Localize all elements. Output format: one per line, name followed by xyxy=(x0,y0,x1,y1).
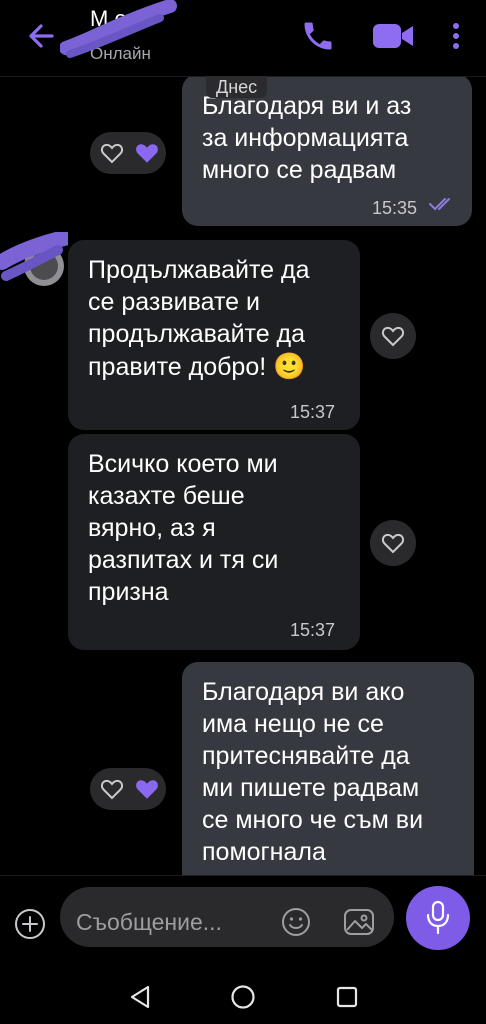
message-input-placeholder: Съобщение... xyxy=(76,909,222,935)
message-bubble-incoming[interactable]: Всичко което ми казахте беше вярно, аз я… xyxy=(68,434,360,650)
like-reaction-button[interactable] xyxy=(370,313,416,359)
redaction-scribble xyxy=(60,0,177,58)
message-text: Благодаря ви и аз за информацията много … xyxy=(202,92,412,184)
message-time: 15:37 xyxy=(290,402,336,422)
like-reaction-pill[interactable] xyxy=(90,132,166,174)
chat-header: М о Онлайн xyxy=(0,0,486,77)
heart-filled-icon xyxy=(136,780,158,799)
double-check-icon xyxy=(429,198,450,211)
date-chip: Днес xyxy=(206,76,268,98)
contact-avatar[interactable] xyxy=(0,232,68,290)
gallery-icon[interactable] xyxy=(342,906,376,938)
recents-square-icon[interactable] xyxy=(335,984,359,1010)
like-reaction-button[interactable] xyxy=(370,520,416,566)
home-circle-icon[interactable] xyxy=(230,984,256,1010)
microphone-button[interactable] xyxy=(406,886,470,950)
plus-icon[interactable] xyxy=(14,908,46,940)
message-bubble-outgoing[interactable]: Благодаря ви ако има нещо не се притесня… xyxy=(182,662,474,902)
back-triangle-icon[interactable] xyxy=(128,984,152,1010)
like-reaction-pill[interactable] xyxy=(90,768,166,810)
message-time: 15:35 xyxy=(372,198,418,218)
heart-outline-icon xyxy=(381,533,405,554)
message-time: 15:37 xyxy=(290,620,336,640)
emoji-icon[interactable] xyxy=(280,906,312,938)
heart-outline-icon xyxy=(381,326,405,347)
heart-outline-icon xyxy=(100,779,124,800)
message-text: Всичко което ми казахте беше вярно, аз я… xyxy=(88,450,279,606)
back-arrow-icon[interactable] xyxy=(22,18,62,54)
message-text: Благодаря ви ако има нещо не се притесня… xyxy=(202,678,424,866)
microphone-icon xyxy=(426,900,450,935)
message-bubble-incoming[interactable]: Продължавайте да се развивате и продължа… xyxy=(68,240,360,430)
heart-outline-icon xyxy=(100,143,124,164)
phone-icon[interactable] xyxy=(300,18,336,54)
video-camera-icon[interactable] xyxy=(370,18,416,54)
heart-filled-icon xyxy=(136,144,158,163)
emoji-smile-icon: 🙂 xyxy=(273,351,306,381)
more-vertical-icon[interactable] xyxy=(446,18,466,54)
